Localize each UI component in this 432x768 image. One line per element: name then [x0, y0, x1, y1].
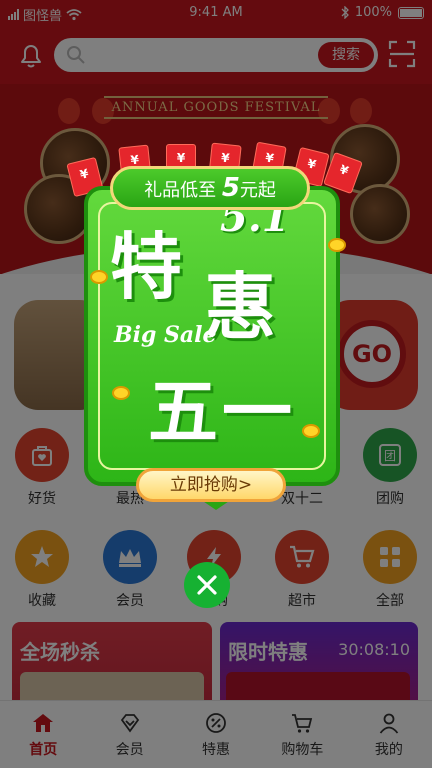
close-icon [197, 575, 217, 595]
coin-icon [90, 270, 108, 284]
promo-popup[interactable]: 礼品低至 5元起 特 5.1 惠 Big Sale 五一 立即抢购> [66, 140, 363, 530]
headline-wuyi: 五一 [148, 371, 296, 453]
close-popup-button[interactable] [184, 562, 230, 608]
coin-icon [302, 424, 320, 438]
coin-icon [328, 238, 346, 252]
buy-now-button[interactable]: 立即抢购> [136, 468, 286, 502]
gift-ribbon: 礼品低至 5元起 [110, 166, 310, 210]
headline-bigsale: Big Sale [114, 322, 217, 348]
headline-te: 特 [110, 225, 183, 309]
coin-icon [112, 386, 130, 400]
